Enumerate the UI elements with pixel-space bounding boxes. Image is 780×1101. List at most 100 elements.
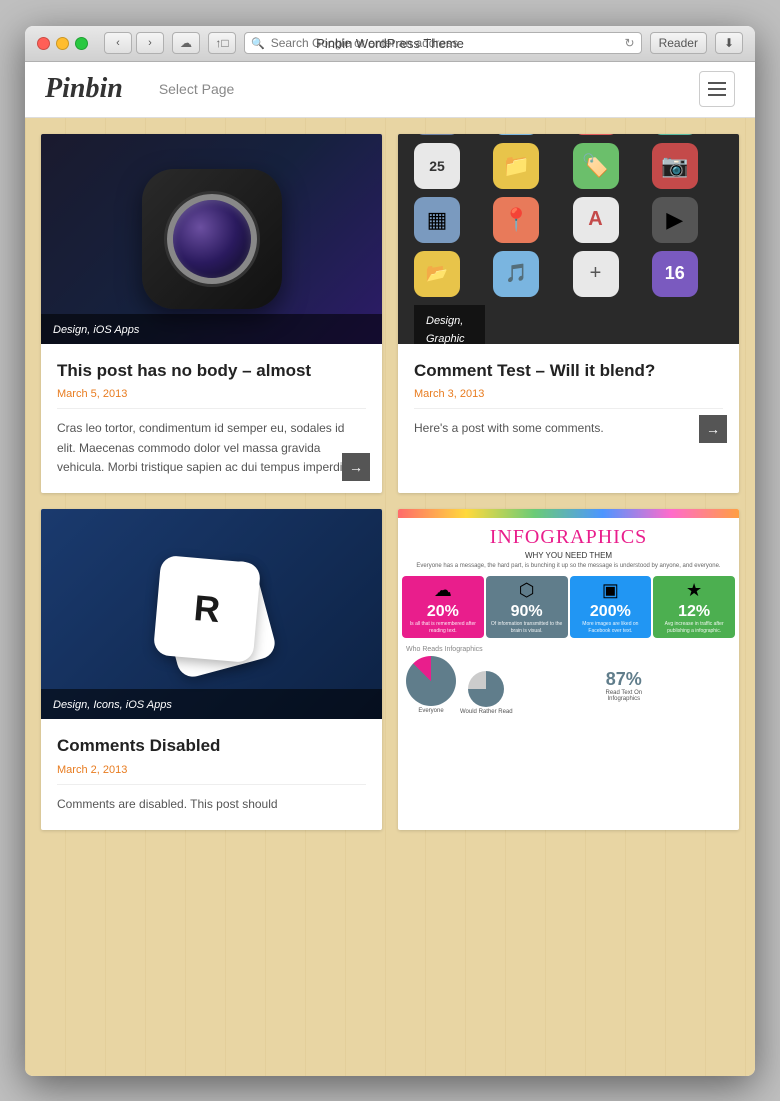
infographic-stat-pct: 87% [606,669,642,690]
app-icon-clock: 🕐 [652,134,698,135]
browser-window: ‹ › ☁ ↑□ 🔍 ↻ Reader ⬇ Pinbin WordPress T… [25,26,755,1076]
image-overlay-3: Design, Icons, iOS Apps [41,689,382,719]
app-icon-grid: ▦ [414,197,460,243]
post-arrow-2[interactable]: → [699,415,727,443]
app-icon-folder2: 📂 [414,251,460,297]
download-button[interactable]: ⬇ [715,32,743,54]
app-icon-notes: 📋 [414,134,460,135]
app-icon-messages: 💬 [573,134,619,135]
infographic-desc: Everyone has a message, the hard part, i… [402,562,735,570]
infographic-bottom-row: Everyone Would Rather Read 87% Read Text… [406,655,731,715]
post-date-3: March 2, 2013 [57,764,366,785]
app-icon-mail: ✉️ [493,134,539,135]
post-excerpt-2: Here's a post with some comments. [414,419,723,438]
post-card-1: Design, iOS Apps This post has no body –… [41,134,382,494]
infographic-col-connect: ⬡ 90% Of information transmitted to the … [486,576,568,638]
infographic-col-growth: ★ 12% Avg increase in traffic after publ… [653,576,735,638]
app-icon-badge: 16 [652,251,698,297]
cloud-button[interactable]: ☁ [172,32,200,54]
app-icon-music: 🎵 [493,251,539,297]
posts-grid: Design, iOS Apps This post has no body –… [25,118,755,847]
label-infographics: Infographics [607,696,640,702]
col-pct-2: 90% [511,603,543,621]
infographic-subtitle: WHY YOU NEED THEM [402,549,735,562]
col-growth-icon: ★ [686,580,702,601]
sr-card-front: R [152,555,260,663]
post-arrow-1[interactable]: → [342,453,370,481]
col-text-4: Avg increase in traffic after publishing… [655,621,733,634]
nav-buttons: ‹ › [104,32,164,54]
app-icon-photos: 📷 [652,143,698,189]
search-icon: 🔍 [251,37,265,50]
infographic-col-comprehend: ☁ 20% Is all that is remembered after re… [402,576,484,638]
post-title-1[interactable]: This post has no body – almost [57,360,366,383]
share-button[interactable]: ↑□ [208,32,236,54]
app-icon-video: ▶ [652,197,698,243]
post-image-1[interactable]: Design, iOS Apps [41,134,382,344]
infographic-columns: ☁ 20% Is all that is remembered after re… [398,572,739,642]
post-card-2: 📋 ✉️ 💬 🕐 25 📁 🏷️ 📷 ▦ 📍 A ▶ 📂 [398,134,739,494]
infographic-title-section: INFOGRAPHICS WHY YOU NEED THEM Everyone … [398,518,739,572]
post-excerpt-3: Comments are disabled. This post should [57,795,366,814]
post-image-2[interactable]: 📋 ✉️ 💬 🕐 25 📁 🏷️ 📷 ▦ 📍 A ▶ 📂 [398,134,739,344]
browser-title: Pinbin WordPress Theme [316,36,464,51]
post-categories-2: Design, Graphic Design, Icons [426,315,465,344]
title-bar: ‹ › ☁ ↑□ 🔍 ↻ Reader ⬇ Pinbin WordPress T… [25,26,755,62]
content-area: Design, iOS Apps This post has no body –… [25,118,755,1076]
pie-chart-everyone [406,656,456,706]
infographic-rainbow [398,509,739,518]
infographic-main-title: INFOGRAPHICS [402,526,735,549]
col-share-icon: ▣ [602,580,619,601]
post-excerpt-1: Cras leo tortor, condimentum id semper e… [57,419,366,477]
post-image-3[interactable]: S R Design, Icons, iOS Apps [41,509,382,719]
col-link-icon: ⬡ [519,580,535,601]
infographic-col-distributed: ▣ 200% More images are liked on Facebook… [570,576,652,638]
pie-chart-read [468,671,504,707]
back-button[interactable]: ‹ [104,32,132,54]
reader-button[interactable]: Reader [650,32,707,54]
infographic-content: INFOGRAPHICS WHY YOU NEED THEM Everyone … [398,509,739,719]
close-button[interactable] [37,37,50,50]
traffic-lights [37,37,88,50]
forward-button[interactable]: › [136,32,164,54]
maximize-button[interactable] [75,37,88,50]
post-date-2: March 3, 2013 [414,388,723,409]
post-card-4: INFOGRAPHICS WHY YOU NEED THEM Everyone … [398,509,739,830]
post-date-1: March 5, 2013 [57,388,366,409]
post-image-4[interactable]: INFOGRAPHICS WHY YOU NEED THEM Everyone … [398,509,739,719]
label-would-read: Would Rather Read [460,709,513,715]
minimize-button[interactable] [56,37,69,50]
post-title-2[interactable]: Comment Test – Will it blend? [414,360,723,383]
col-pct-4: 12% [678,603,710,621]
refresh-button[interactable]: ↻ [625,36,635,50]
col-cloud-icon: ☁ [434,580,452,601]
hamburger-line-3 [708,94,726,96]
hamburger-menu-button[interactable] [699,71,735,107]
app-icon-maps: 📍 [493,197,539,243]
hamburger-line-1 [708,82,726,84]
image-overlay-2: Design, Graphic Design, Icons [414,305,485,344]
post-categories-3: Design, Icons, iOS Apps [53,699,172,711]
app-icon-text: A [573,197,619,243]
app-icon-calendar: 25 [414,143,460,189]
post-body-1: This post has no body – almost March 5, … [41,344,382,494]
col-text-3: More images are liked on Facebook over t… [572,621,650,634]
site-toolbar: Pinbin Select Page [25,62,755,118]
post-categories-1: Design, iOS Apps [53,324,139,336]
post-card-3: S R Design, Icons, iOS Apps Comments Dis… [41,509,382,830]
app-icon-plus: + [573,251,619,297]
sr-icon-wrapper: S R [147,549,277,679]
post-title-3[interactable]: Comments Disabled [57,735,366,758]
post-body-2: Comment Test – Will it blend? March 3, 2… [398,344,739,455]
site-logo[interactable]: Pinbin [45,73,123,105]
post-body-3: Comments Disabled March 2, 2013 Comments… [41,719,382,830]
select-page-label[interactable]: Select Page [139,81,683,97]
infographic-bottom-title: Who Reads Infographics [406,646,731,653]
image-overlay-1: Design, iOS Apps [41,314,382,344]
hamburger-line-2 [708,88,726,90]
camera-lens [167,194,257,284]
col-pct-1: 20% [427,603,459,621]
app-icon-tags: 🏷️ [573,143,619,189]
app-icon-folder: 📁 [493,143,539,189]
col-text-1: Is all that is remembered after reading … [404,621,482,634]
